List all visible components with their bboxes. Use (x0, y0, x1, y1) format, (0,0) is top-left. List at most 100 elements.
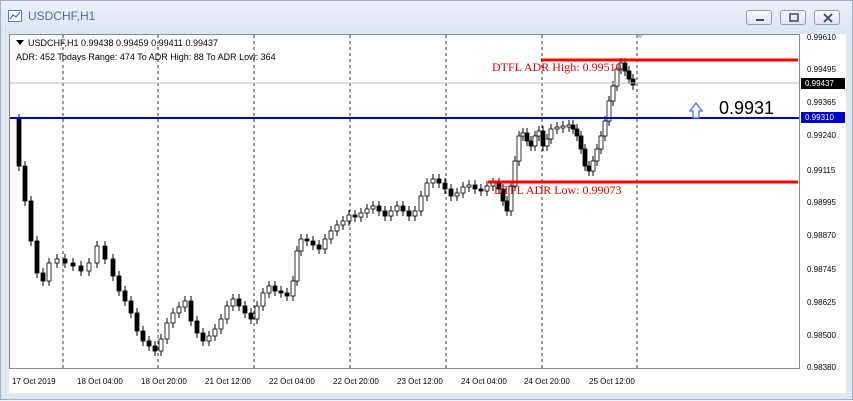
candle (164, 322, 170, 340)
candle (382, 210, 388, 217)
candle (284, 292, 290, 297)
candle (570, 124, 576, 130)
time-tick: 22 Oct 04:00 (269, 377, 315, 386)
candle (316, 244, 322, 250)
candle (278, 290, 284, 294)
candle (34, 240, 40, 274)
candle (554, 126, 560, 130)
price-tick: 0.98625 (807, 298, 836, 307)
candle (586, 165, 592, 172)
candle (54, 258, 60, 264)
candle (548, 128, 554, 140)
candle (388, 210, 394, 217)
candle (540, 130, 546, 147)
candle (578, 135, 584, 150)
price-tick: 0.98745 (807, 265, 836, 274)
candle (524, 132, 530, 142)
time-tick: 18 Oct 04:00 (77, 377, 123, 386)
candle (212, 328, 218, 337)
candle (102, 245, 108, 260)
time-tick: 24 Oct 20:00 (524, 377, 570, 386)
candle (574, 128, 580, 137)
candle (602, 120, 608, 137)
candle (200, 332, 206, 342)
candle (566, 124, 572, 128)
price-tick: 0.98995 (807, 198, 836, 207)
candle (358, 212, 364, 218)
candle (188, 300, 194, 322)
candle (454, 192, 460, 197)
candle (630, 78, 636, 86)
symbol-info: USDCHF,H1 0.99438 0.99459 0.99411 0.9943… (16, 38, 218, 48)
candle (376, 205, 382, 212)
candle (466, 184, 472, 188)
candle (334, 224, 340, 232)
up-arrow-icon[interactable] (688, 101, 704, 119)
candle (230, 298, 236, 307)
candle (266, 285, 272, 294)
level-price-label: 0.9931 (719, 98, 775, 118)
candle (400, 205, 406, 212)
time-tick: 24 Oct 04:00 (461, 377, 507, 386)
candle (224, 305, 230, 320)
current-price-tag: 0.99437 (801, 78, 845, 89)
candle (94, 245, 100, 264)
candle (478, 188, 484, 192)
candle (70, 262, 76, 267)
candle (370, 205, 376, 210)
shift-marker-icon[interactable] (637, 35, 643, 39)
price-tick: 0.99610 (807, 33, 836, 42)
price-tick: 0.98500 (807, 331, 836, 340)
time-tick: 22 Oct 20:00 (333, 377, 379, 386)
candle (594, 148, 600, 162)
candle (472, 184, 478, 190)
candle (504, 200, 510, 212)
candle (516, 135, 522, 162)
candle (134, 312, 140, 332)
candle (254, 305, 260, 320)
candle (290, 280, 296, 297)
candle (394, 205, 400, 212)
time-tick: 25 Oct 12:00 (589, 377, 635, 386)
time-tick: 23 Oct 12:00 (397, 377, 443, 386)
price-tick: 0.99240 (807, 131, 836, 140)
candle (622, 62, 628, 72)
candle (158, 338, 164, 352)
candle (206, 335, 212, 342)
candle (406, 210, 412, 217)
candle (78, 265, 84, 272)
candle (310, 240, 316, 246)
candle (436, 178, 442, 184)
time-tick: 17 Oct 2019 (12, 377, 56, 386)
candle (430, 178, 436, 184)
candle (272, 285, 278, 292)
adr-low-label: DTFL ADR Low: 0.99073 (494, 183, 622, 197)
candle (346, 214, 352, 222)
candle (590, 160, 596, 172)
candle (610, 85, 616, 102)
candle (218, 318, 224, 330)
candle (46, 262, 52, 282)
candle (176, 306, 182, 314)
candle (248, 312, 254, 320)
price-tick: 0.98870 (807, 231, 836, 240)
candle (352, 214, 358, 218)
candle (294, 250, 300, 282)
collapse-triangle-icon[interactable] (16, 40, 24, 45)
time-tick: 18 Oct 20:00 (141, 377, 187, 386)
candle (116, 275, 122, 292)
level-price-tag: 0.99310 (801, 112, 845, 123)
candle (86, 262, 92, 272)
adr-info: ADR: 452 Todays Range: 474 To ADR High: … (16, 52, 276, 62)
candle (236, 298, 242, 307)
candle (412, 210, 418, 217)
candle (418, 195, 424, 212)
candle (424, 182, 430, 197)
adr-high-label: DTFL ADR High: 0.99510 (492, 60, 622, 74)
candle (626, 70, 632, 80)
candle (328, 230, 334, 240)
candle (520, 132, 526, 137)
candle (182, 300, 188, 308)
candle (194, 320, 200, 334)
candle (170, 312, 176, 324)
